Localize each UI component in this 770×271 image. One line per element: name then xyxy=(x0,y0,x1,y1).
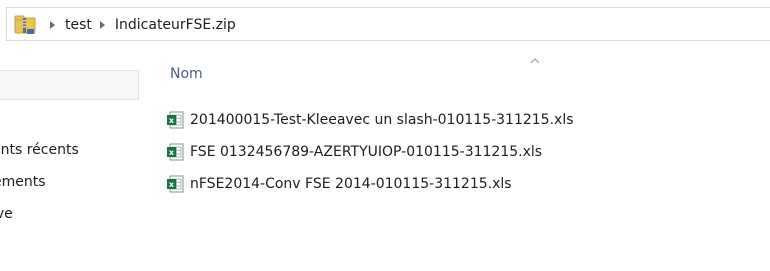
file-name: FSE 0132456789-AZERTYUIOP-010115-311215.… xyxy=(190,144,543,160)
chevron-right-icon[interactable] xyxy=(50,21,55,29)
column-header-name[interactable]: Nom xyxy=(170,66,203,82)
chevron-right-icon[interactable] xyxy=(99,21,105,29)
sidebar-item-documents[interactable]: ements xyxy=(0,174,150,194)
explorer-window: test IndicateurFSE.zip ents récents emen… xyxy=(0,0,770,271)
list-item[interactable]: x nFSE2014-Conv FSE 2014-010115-311215.x… xyxy=(166,173,512,195)
file-name: 201400015-Test-Kleeavec un slash-010115-… xyxy=(190,112,574,128)
svg-text:x: x xyxy=(169,116,175,125)
navigation-pane: ents récents ements ive xyxy=(0,46,150,271)
list-item[interactable]: x 201400015-Test-Kleeavec un slash-01011… xyxy=(166,109,574,131)
excel-file-icon: x xyxy=(167,143,184,161)
excel-file-icon: x xyxy=(167,111,184,129)
svg-text:x: x xyxy=(169,180,175,189)
file-list: Nom x 201400015-Test-Kleeavec un slash-0… xyxy=(150,46,770,271)
breadcrumb-item-zip[interactable]: IndicateurFSE.zip xyxy=(115,17,236,33)
zip-folder-icon xyxy=(14,15,38,35)
svg-text:x: x xyxy=(169,148,175,157)
sort-ascending-icon xyxy=(530,58,540,64)
breadcrumb-item-test[interactable]: test xyxy=(65,17,92,33)
list-item[interactable]: x FSE 0132456789-AZERTYUIOP-010115-31121… xyxy=(166,141,542,163)
sidebar-item-recent[interactable]: ents récents xyxy=(0,142,150,162)
file-name: nFSE2014-Conv FSE 2014-010115-311215.xls xyxy=(190,176,512,192)
address-bar: test IndicateurFSE.zip xyxy=(0,0,770,46)
sidebar-item-drive[interactable]: ive xyxy=(0,206,150,226)
excel-file-icon: x xyxy=(167,175,184,193)
breadcrumb: test IndicateurFSE.zip xyxy=(14,13,236,37)
navigation-search-box[interactable] xyxy=(0,70,139,100)
